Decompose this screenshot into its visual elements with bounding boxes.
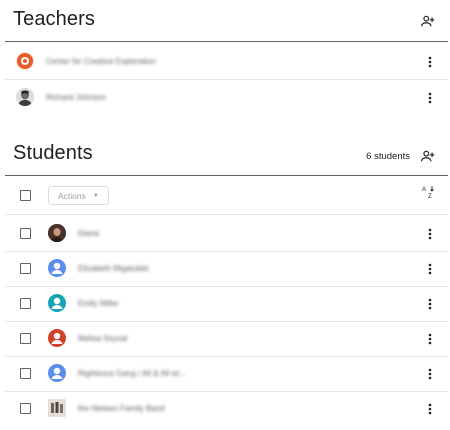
select-all-checkbox[interactable] [20,190,31,201]
more-vert-icon[interactable] [425,401,435,417]
more-vert-icon[interactable] [425,366,435,382]
add-student-icon[interactable] [420,148,436,164]
student-name[interactable]: Melisa Soysal [78,334,127,343]
more-vert-icon[interactable] [425,90,435,106]
student-row[interactable]: Elizabeth Migatulski [0,251,450,286]
avatar [16,88,34,106]
teachers-divider [5,41,448,42]
teacher-row[interactable]: Richard Johnson [0,80,450,115]
student-row[interactable]: Melisa Soysal [0,321,450,356]
org-logo-icon [16,52,34,70]
row-checkbox[interactable] [20,403,31,414]
row-checkbox[interactable] [20,298,31,309]
teachers-header-actions [420,13,436,29]
teachers-title: Teachers [13,8,95,30]
more-vert-icon[interactable] [425,331,435,347]
student-name[interactable]: Diana [78,229,99,238]
default-person-icon [48,364,66,382]
student-name[interactable]: Emily Miller [78,299,119,308]
students-header: Students 6 students [0,142,450,166]
teacher-row[interactable]: Center for Creative Exploration [0,44,450,79]
default-person-icon [48,329,66,347]
row-checkbox[interactable] [20,228,31,239]
teacher-name[interactable]: Richard Johnson [46,93,106,102]
row-checkbox[interactable] [20,263,31,274]
teacher-name[interactable]: Center for Creative Exploration [46,57,156,66]
teachers-header: Teachers [0,8,450,32]
sort-az-icon[interactable]: A Z [421,185,435,200]
student-name[interactable]: the Nielsen Family Band [78,404,165,413]
actions-dropdown[interactable]: Actions ▼ [48,186,109,205]
more-vert-icon[interactable] [425,54,435,70]
default-person-icon [48,259,66,277]
more-vert-icon[interactable] [425,226,435,242]
default-person-icon [48,294,66,312]
add-teacher-icon[interactable] [420,13,436,29]
student-name[interactable]: Righteous Gang / All & All wi... [78,369,186,378]
student-count: 6 students [366,150,410,162]
avatar [48,399,66,417]
students-divider [5,175,448,176]
student-row[interactable]: Righteous Gang / All & All wi... [0,356,450,391]
more-vert-icon[interactable] [425,261,435,277]
student-row[interactable]: Diana [0,216,450,251]
row-checkbox[interactable] [20,333,31,344]
svg-text:Z: Z [428,194,432,199]
students-header-actions: 6 students [366,148,436,164]
row-divider [5,214,448,215]
student-name[interactable]: Elizabeth Migatulski [78,264,149,273]
more-vert-icon[interactable] [425,296,435,312]
row-checkbox[interactable] [20,368,31,379]
caret-down-icon: ▼ [92,192,99,199]
avatar [48,224,66,242]
students-title: Students [13,142,93,164]
student-row[interactable]: Emily Miller [0,286,450,321]
svg-text:A: A [422,187,426,193]
actions-label: Actions [58,190,86,201]
student-row[interactable]: the Nielsen Family Band [0,391,450,426]
